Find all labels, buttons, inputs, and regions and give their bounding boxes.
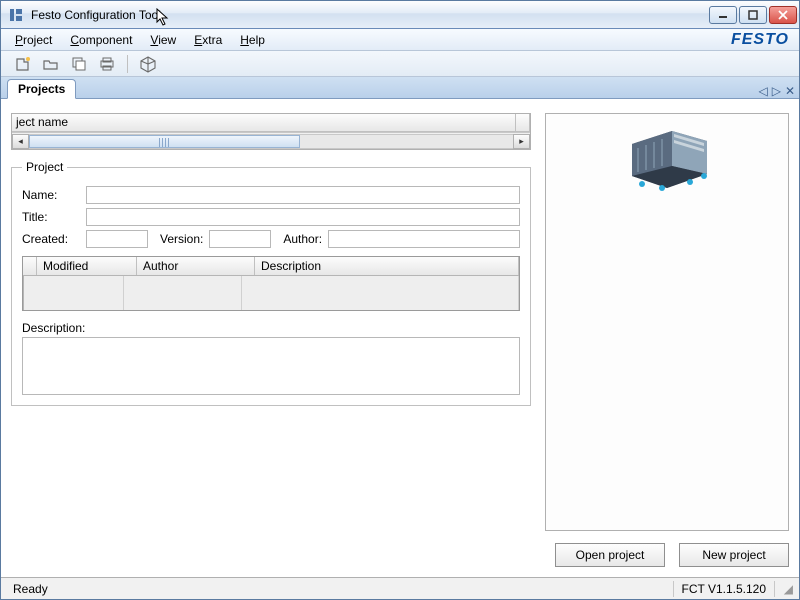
grid-row[interactable] xyxy=(23,276,519,293)
brand-logo: FESTO xyxy=(731,31,789,49)
new-project-button[interactable]: New project xyxy=(679,543,789,567)
menu-view[interactable]: View xyxy=(150,33,176,47)
status-version: FCT V1.1.5.120 xyxy=(676,582,773,596)
resize-grip-icon[interactable]: ◢ xyxy=(777,582,793,596)
project-list[interactable]: ject name ◂ ▸ xyxy=(11,113,531,150)
content-area: ject name ◂ ▸ Project Name: Title: Crea xyxy=(1,99,799,577)
scroll-thumb[interactable] xyxy=(29,135,300,148)
app-icon xyxy=(8,7,24,23)
cube-icon[interactable] xyxy=(138,54,158,74)
grid-corner xyxy=(23,257,37,275)
new-project-icon[interactable] xyxy=(13,54,33,74)
status-ready: Ready xyxy=(7,582,54,596)
minimize-button[interactable] xyxy=(709,6,737,24)
menu-component[interactable]: Component xyxy=(70,33,132,47)
grid-row[interactable] xyxy=(23,293,519,310)
project-list-column-header[interactable]: ject name xyxy=(12,114,516,131)
menu-project-label: roject xyxy=(23,33,52,47)
scroll-track[interactable] xyxy=(29,134,513,149)
toolbar xyxy=(1,51,799,77)
maximize-button[interactable] xyxy=(739,6,767,24)
project-legend: Project xyxy=(22,160,67,174)
menu-extra[interactable]: Extra xyxy=(194,33,222,47)
tab-close-icon[interactable]: ✕ xyxy=(785,84,795,98)
open-project-button[interactable]: Open project xyxy=(555,543,665,567)
grid-col-author[interactable]: Author xyxy=(137,257,255,275)
stack-icon[interactable] xyxy=(69,54,89,74)
grid-col-modified[interactable]: Modified xyxy=(37,257,137,275)
label-name: Name: xyxy=(22,188,80,202)
tab-next-icon[interactable]: ▷ xyxy=(772,84,781,98)
print-icon[interactable] xyxy=(97,54,117,74)
open-project-icon[interactable] xyxy=(41,54,61,74)
menubar: Project Component View Extra Help FESTO xyxy=(1,29,799,51)
label-author: Author: xyxy=(283,232,322,246)
label-description: Description: xyxy=(22,321,520,335)
grid-col-description[interactable]: Description xyxy=(255,257,519,275)
tab-prev-icon[interactable]: ◁ xyxy=(758,84,767,98)
scroll-right-icon[interactable]: ▸ xyxy=(513,134,530,149)
window-title: Festo Configuration Tool xyxy=(31,8,161,22)
project-list-column-extra[interactable] xyxy=(516,114,530,131)
close-button[interactable] xyxy=(769,6,797,24)
menu-project[interactable]: Project xyxy=(15,33,52,47)
tab-projects[interactable]: Projects xyxy=(7,79,76,99)
project-details-panel: Project Name: Title: Created: Version: A… xyxy=(11,160,531,406)
project-list-hscroll[interactable]: ◂ ▸ xyxy=(12,132,530,149)
field-created[interactable] xyxy=(86,230,148,248)
field-author[interactable] xyxy=(328,230,520,248)
scroll-left-icon[interactable]: ◂ xyxy=(12,134,29,149)
device-preview-panel xyxy=(545,113,789,531)
field-description[interactable] xyxy=(22,337,520,395)
titlebar: Festo Configuration Tool xyxy=(1,1,799,29)
label-created: Created: xyxy=(22,232,80,246)
statusbar: Ready FCT V1.1.5.120 ◢ xyxy=(1,577,799,599)
field-title[interactable] xyxy=(86,208,520,226)
menu-help[interactable]: Help xyxy=(240,33,265,47)
history-grid[interactable]: Modified Author Description xyxy=(22,256,520,311)
field-name[interactable] xyxy=(86,186,520,204)
label-version: Version: xyxy=(160,232,203,246)
field-version[interactable] xyxy=(209,230,271,248)
device-image xyxy=(612,126,722,196)
tabstrip: Projects ◁ ▷ ✕ xyxy=(1,77,799,99)
label-title: Title: xyxy=(22,210,80,224)
